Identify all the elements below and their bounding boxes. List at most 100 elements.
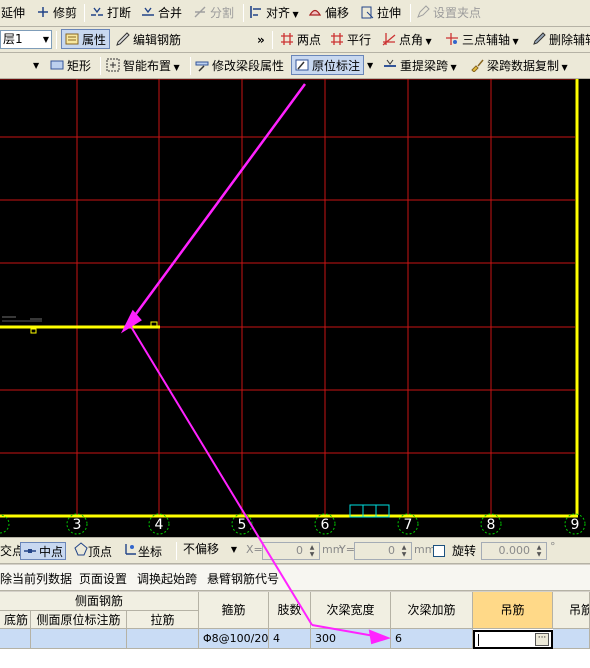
axis-label: 9: [571, 517, 580, 533]
modify-beam-icon: [195, 61, 209, 72]
table-cell[interactable]: [31, 629, 127, 649]
axis-labels: 3 4 5 6 7 8 9: [73, 517, 580, 533]
header-label: 拉筋: [150, 613, 175, 627]
table-cell[interactable]: [0, 629, 31, 649]
column-header-hanger-2[interactable]: 吊筋: [553, 592, 590, 629]
menu-label: 除当前列数据: [0, 572, 73, 586]
snap-coordinate-label: 坐标: [138, 545, 163, 559]
x-input[interactable]: 0 ▲ ▼: [262, 542, 320, 560]
three-point-aux-button[interactable]: 三点辅轴 ▼: [445, 30, 519, 50]
modify-span-props-button[interactable]: 修改梁段属性: [195, 56, 284, 76]
table-cell[interactable]: [553, 629, 590, 649]
annotation-dropdown[interactable]: ▼: [367, 56, 373, 76]
merge-label: 合并: [158, 6, 183, 20]
separator: [84, 4, 85, 22]
rotate-checkbox[interactable]: [433, 545, 445, 557]
two-points-button[interactable]: 两点: [280, 30, 321, 50]
column-header-side-inplace[interactable]: 侧面原位标注筋: [31, 611, 127, 629]
hanger-cell-editor[interactable]: ···: [473, 630, 553, 649]
axis-label: 5: [238, 517, 247, 533]
column-header-secondary-width[interactable]: 次梁宽度: [311, 592, 391, 629]
separator: [100, 57, 101, 75]
header-label: 吊筋: [569, 603, 589, 617]
table-cell-stirrup[interactable]: Φ8@100/20: [199, 629, 269, 649]
beam-end-marker: [150, 321, 158, 327]
axis-label: 6: [321, 517, 330, 533]
overflow-label: »: [257, 33, 265, 47]
column-header-tie[interactable]: 拉筋: [127, 611, 199, 629]
y-input[interactable]: 0 ▲ ▼: [354, 542, 412, 560]
table-cell-secondary-width[interactable]: 300: [311, 629, 391, 649]
split-button[interactable]: 分割: [193, 3, 234, 23]
column-header-bottom-rebar[interactable]: 底筋: [0, 611, 31, 629]
properties-label: 属性: [82, 33, 107, 47]
offset-button[interactable]: 偏移: [308, 3, 349, 23]
snap-midpoint-button[interactable]: 中点: [20, 542, 67, 560]
table-cell-legs[interactable]: 4: [269, 629, 311, 649]
dropdown-arrow[interactable]: ▼: [33, 56, 39, 76]
merge-button[interactable]: 合并: [141, 3, 182, 23]
brush-icon: [471, 59, 484, 72]
parallel-button[interactable]: 平行: [330, 30, 371, 50]
column-header-secondary-add[interactable]: 次梁加筋: [391, 592, 473, 629]
axis-circle-partial: [0, 514, 10, 534]
chevron-down-icon: ▼: [230, 545, 237, 554]
delete-aux-button[interactable]: 删除辅轴: [532, 30, 590, 50]
drawing-canvas[interactable]: 3 4 5 6 7 8 9: [0, 79, 590, 537]
copy-span-data-button[interactable]: 梁跨数据复制 ▼: [470, 56, 568, 76]
menu-adjust-start-span[interactable]: 调换起始跨: [137, 570, 197, 587]
table-cell-secondary-add[interactable]: 6: [391, 629, 473, 649]
two-points-label: 两点: [297, 33, 322, 47]
extend-button[interactable]: 延伸: [1, 3, 25, 23]
smart-layout-label: 智能布置: [123, 59, 172, 73]
re-extract-span-button[interactable]: 重提梁跨 ▼: [383, 56, 457, 76]
rotate-label: 旋转: [452, 544, 477, 558]
header-label: 次梁宽度: [326, 603, 375, 617]
set-grip-button[interactable]: 设置夹点: [416, 3, 481, 23]
annotation-icon: [295, 59, 309, 71]
menu-label: 页面设置: [79, 572, 128, 586]
break-button[interactable]: 打断: [90, 3, 131, 23]
text-caret: [478, 634, 479, 646]
x-label: X=: [246, 543, 263, 556]
align-button[interactable]: 对齐 ▼: [249, 3, 299, 23]
axis-label: 8: [487, 517, 496, 533]
snap-vertex-button[interactable]: 顶点: [74, 542, 112, 560]
rectangle-button[interactable]: 矩形: [50, 56, 91, 76]
smart-layout-button[interactable]: 智能布置 ▼: [106, 56, 180, 76]
rotate-input[interactable]: 0.000 ▲ ▼: [481, 542, 547, 560]
toolbar-overflow-button[interactable]: »: [257, 30, 265, 50]
menu-page-setup[interactable]: 页面设置: [79, 570, 127, 587]
column-header-stirrup[interactable]: 箍筋: [199, 592, 269, 629]
properties-button[interactable]: 属性: [61, 29, 111, 49]
span-data-grid: 侧面钢筋 底筋 侧面原位标注筋 拉筋 箍筋 肢数 次梁宽度 次梁加筋 吊筋 吊筋…: [0, 592, 590, 668]
menu-delete-column-data[interactable]: 除当前列数据: [0, 570, 72, 587]
split-label: 分割: [210, 6, 235, 20]
grid-axis-icon: [331, 33, 343, 45]
menu-cantilever-code[interactable]: 悬臂钢筋代号: [207, 570, 279, 587]
offset-label: 偏移: [325, 6, 350, 20]
point-angle-button[interactable]: 点角 ▼: [382, 30, 432, 50]
edit-rebar-button[interactable]: 编辑钢筋: [116, 30, 181, 50]
in-place-annotation-button[interactable]: 原位标注: [291, 55, 365, 75]
split-icon: [194, 6, 206, 18]
trim-button[interactable]: 修剪: [36, 3, 77, 23]
column-header-legs[interactable]: 肢数: [269, 592, 311, 629]
offset-mode-select[interactable]: 不偏移 ▼: [181, 541, 239, 560]
extend-label: 延伸: [1, 6, 26, 20]
column-group-header: 侧面钢筋: [0, 592, 199, 611]
vertex-icon: [74, 542, 88, 556]
toolbar-edit: 延伸 修剪 打断 合并 分割 对齐 ▼ 偏移 拉伸 设置夹点: [0, 0, 590, 27]
layer-select[interactable]: 层1 ▼: [0, 30, 52, 49]
header-label: 侧面原位标注筋: [36, 613, 121, 627]
column-header-hanger[interactable]: 吊筋: [473, 592, 553, 629]
spin-arrows-icon: ▲ ▼: [536, 544, 542, 558]
stretch-button[interactable]: 拉伸: [360, 3, 401, 23]
trim-icon: [38, 7, 48, 17]
table-cell[interactable]: [127, 629, 199, 649]
ellipsis-button[interactable]: ···: [535, 633, 549, 646]
layer-select-value: 层1: [3, 32, 23, 46]
snap-toolbar: 交点 中点 顶点 坐标 不偏移 ▼ X= 0 ▲ ▼ mm Y= 0 ▲ ▼ mm 旋转 …: [0, 537, 590, 564]
snap-coordinate-button[interactable]: 坐标: [124, 542, 162, 560]
midpoint-icon: [24, 549, 36, 553]
